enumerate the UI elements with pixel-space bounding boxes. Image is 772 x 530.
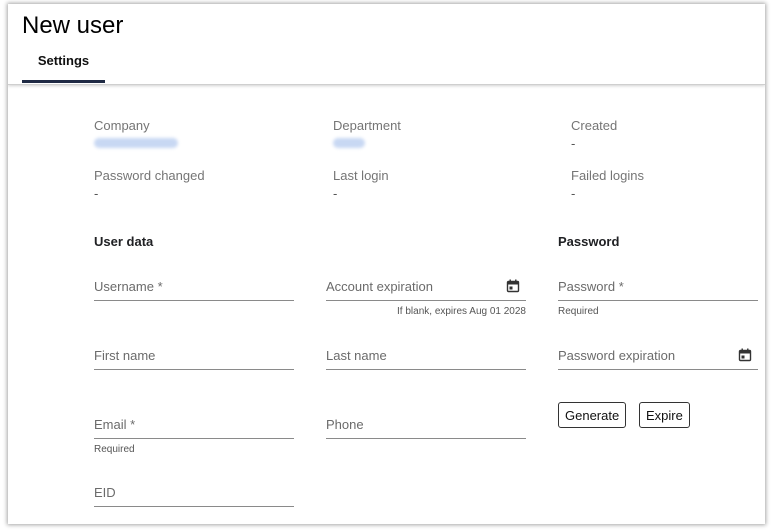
last-login-value: -: [333, 186, 338, 201]
calendar-icon[interactable]: [738, 348, 752, 362]
eid-field-label: EID: [94, 485, 116, 500]
calendar-icon[interactable]: [506, 279, 520, 293]
created-label: Created: [571, 118, 618, 133]
failed-logins-value: -: [571, 186, 576, 201]
user-data-section-title: User data: [94, 234, 154, 249]
password-changed-label: Password changed: [94, 168, 205, 183]
company-value-redacted: [94, 138, 178, 148]
email-field-label: Email *: [94, 417, 136, 432]
account-expiration-field-label: Account expiration: [326, 279, 433, 294]
dialog-window: New user Settings Company Department Cre…: [8, 4, 765, 524]
username-field-label: Username *: [94, 279, 163, 294]
phone-field[interactable]: Phone: [326, 406, 526, 439]
email-field[interactable]: Email *: [94, 406, 294, 439]
first-name-field-label: First name: [94, 348, 156, 363]
page-header: New user Settings: [8, 4, 765, 85]
phone-field-label: Phone: [326, 417, 364, 432]
department-label: Department: [333, 118, 401, 133]
password-expiration-field[interactable]: Password expiration: [558, 337, 758, 370]
password-required-hint: Required: [558, 306, 599, 317]
department-value-redacted: [333, 138, 365, 148]
first-name-field[interactable]: First name: [94, 337, 294, 370]
password-expiration-field-label: Password expiration: [558, 348, 676, 363]
password-field[interactable]: Password *: [558, 268, 758, 301]
generate-button[interactable]: Generate: [558, 402, 627, 428]
last-login-label: Last login: [333, 168, 389, 183]
active-tab-indicator: [22, 80, 105, 83]
eid-field[interactable]: EID: [94, 474, 294, 507]
password-changed-value: -: [94, 186, 99, 201]
company-label: Company: [94, 118, 150, 133]
account-expiration-field[interactable]: Account expiration: [326, 268, 526, 301]
password-field-label: Password *: [558, 279, 624, 294]
email-required-hint: Required: [94, 444, 135, 455]
account-expiration-hint: If blank, expires Aug 01 2028: [397, 306, 526, 317]
last-name-field[interactable]: Last name: [326, 337, 526, 370]
created-value: -: [571, 136, 576, 151]
last-name-field-label: Last name: [326, 348, 387, 363]
password-section-title: Password: [558, 234, 620, 249]
username-field[interactable]: Username *: [94, 268, 294, 301]
failed-logins-label: Failed logins: [571, 168, 644, 183]
page-title: New user: [22, 12, 124, 39]
expire-button[interactable]: Expire: [639, 402, 690, 428]
tab-settings[interactable]: Settings: [22, 52, 105, 82]
